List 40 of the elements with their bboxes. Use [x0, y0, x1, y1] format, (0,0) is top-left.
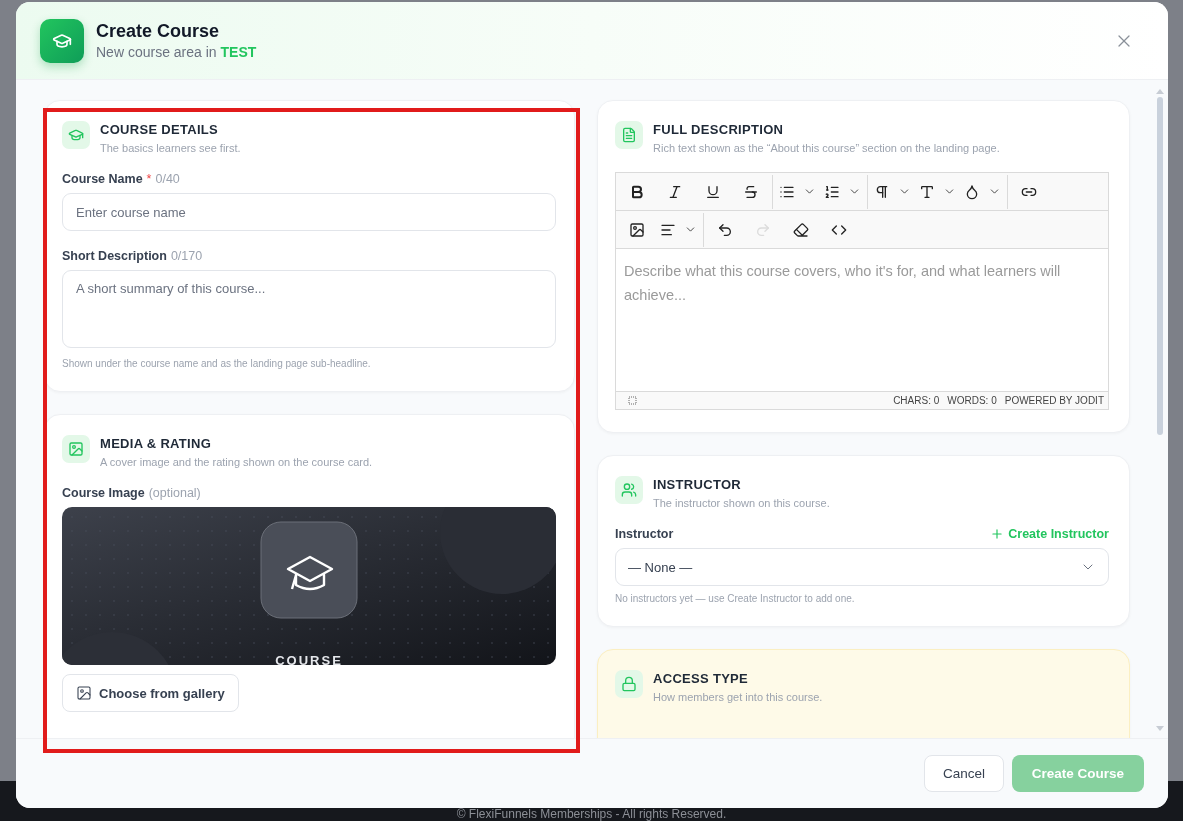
editor-status-text: POWERED BY JODIT — [1004, 395, 1104, 406]
cover-title: COURSE — [274, 653, 344, 665]
dialog-subtitle: New course area in TEST — [96, 44, 258, 60]
required-mark: * — [146, 172, 152, 186]
image-icon — [76, 685, 92, 701]
document-icon — [621, 127, 637, 143]
field-label: Instructor — [615, 527, 674, 541]
field-label: Short Description — [62, 249, 167, 263]
image-icon — [68, 441, 84, 457]
users-icon — [621, 482, 637, 498]
section-title: INSTRUCTOR — [653, 477, 742, 492]
graduation-cap-icon — [68, 127, 84, 143]
field-label: Course Name — [62, 172, 143, 186]
section-subtitle: How members get into this course. — [653, 691, 823, 703]
copyright-text: © FlexiFunnels Memberships - All rights Reserved. — [456, 808, 727, 821]
resize-icon — [628, 396, 637, 405]
cancel-button[interactable]: Cancel — [923, 755, 1004, 792]
editor-status-text: CHARS: 0 — [893, 395, 940, 406]
dialog-title: Create Course — [96, 21, 221, 42]
field-hint: Shown under the course name and as the landing page sub-headline. — [62, 358, 372, 369]
lock-icon — [621, 676, 637, 692]
optional-note: (optional) — [148, 486, 201, 500]
section-title: ACCESS TYPE — [653, 671, 750, 686]
gallery-button[interactable]: Choose from gallery — [62, 674, 239, 712]
section-title: MEDIA & RATING — [100, 436, 213, 451]
section-title: COURSE DETAILS — [100, 122, 220, 137]
character-counter: 0/40 — [155, 172, 180, 186]
section-subtitle: Rich text shown as the “About this course” section on the landing page. — [653, 142, 1000, 154]
section-title: FULL DESCRIPTION — [653, 122, 785, 137]
character-counter: 0/170 — [170, 249, 203, 263]
plus-icon — [990, 527, 1005, 541]
field-label: Course Image — [62, 486, 145, 500]
section-subtitle: The instructor shown on this course. — [653, 497, 830, 509]
instructor-select[interactable]: — None — — [615, 548, 1109, 586]
field-hint: No instructors yet — use Create Instructor to add one. — [615, 593, 856, 604]
section-subtitle: A cover image and the rating shown on the course card. — [100, 456, 373, 468]
section-subtitle: The basics learners see first. — [100, 142, 241, 154]
course-name-field[interactable]: Enter course name — [62, 193, 556, 231]
short-description-field[interactable]: A short summary of this course... — [62, 270, 556, 348]
editor-status-text: WORDS: 0 — [947, 395, 997, 406]
